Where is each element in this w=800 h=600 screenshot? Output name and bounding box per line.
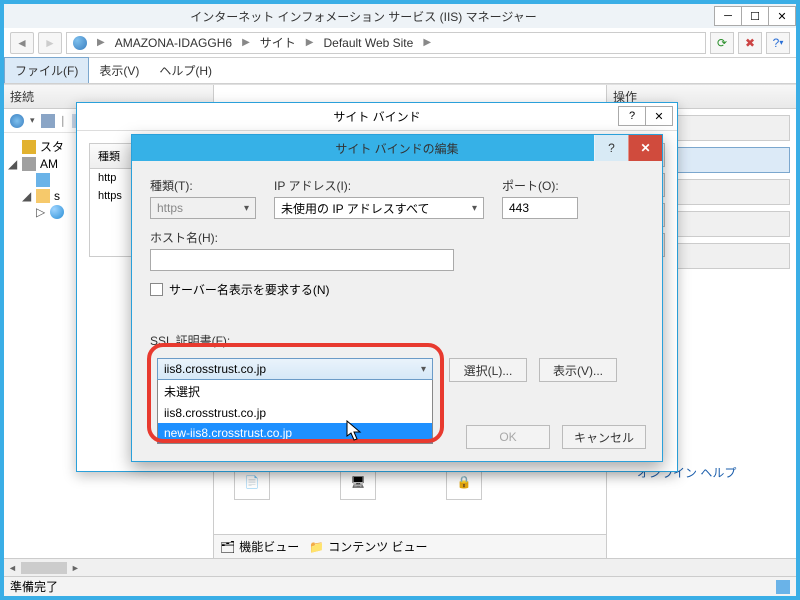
status-text: 準備完了 [10,578,58,595]
connect-icon[interactable] [10,114,24,128]
stop-button[interactable]: ✖ [738,32,762,54]
ip-select[interactable]: 未使用の IP アドレスすべて▾ [274,197,484,219]
menubar: ファイル(F) 表示(V) ヘルプ(H) [4,58,796,84]
site-icon [50,205,64,219]
breadcrumb[interactable]: ▶ AMAZONA-IDAGGH6 ▶ サイト ▶ Default Web Si… [66,32,706,54]
crumb-server[interactable]: AMAZONA-IDAGGH6 [115,36,232,50]
features-view-tab[interactable]: 🗂機能ビュー [220,538,299,555]
tree-server[interactable]: AM [40,157,58,171]
port-label: ポート(O): [502,177,578,194]
server-icon [22,157,36,171]
menu-view[interactable]: 表示(V) [89,58,149,83]
app-pools-icon [36,173,50,187]
tree-start[interactable]: スタ [40,138,64,155]
ip-label: IP アドレス(I): [274,177,484,194]
dlg2-title: サイト バインドの編集 [335,140,458,157]
feature-item[interactable]: 🔒 [436,464,492,524]
dlg1-help-button[interactable]: ? [618,106,646,126]
crumb-sites[interactable]: サイト [260,34,296,51]
menu-help[interactable]: ヘルプ(H) [149,58,222,83]
cancel-button[interactable]: キャンセル [562,425,646,449]
app-title: インターネット インフォメーション サービス (IIS) マネージャー [12,8,715,25]
type-label: 種類(T): [150,177,256,194]
doc-check-icon: 📄 [245,475,260,489]
status-icon [776,580,790,594]
dlg1-close-button[interactable]: ✕ [645,106,673,126]
sites-folder-icon [36,189,50,203]
save-icon[interactable] [41,114,55,128]
feature-icons: 📄 🖥 🔒 [224,464,492,524]
ssl-option-selected[interactable]: new-iis8.crosstrust.co.jp [158,423,432,443]
cert-select-button[interactable]: 選択(L)... [449,358,527,382]
ssl-cert-select[interactable]: iis8.crosstrust.co.jp▾ [157,358,433,380]
h-scrollbar[interactable]: ◄ ► [4,558,796,576]
titlebar: インターネット インフォメーション サービス (IIS) マネージャー ─ ☐ … [4,4,796,28]
dlg2-help-button[interactable]: ? [594,135,628,161]
ssl-option[interactable]: iis8.crosstrust.co.jp [158,403,432,423]
port-input[interactable]: 443 [502,197,578,219]
forward-button[interactable]: ► [38,32,62,54]
menu-file[interactable]: ファイル(F) [4,57,89,83]
start-page-icon [22,140,36,154]
globe-icon [73,36,87,50]
close-button[interactable]: ✕ [768,6,796,26]
toolbar-help-button[interactable]: ?▾ [766,32,790,54]
feature-item[interactable]: 🖥 [330,464,386,524]
checkbox-icon [150,283,163,296]
server-cert-icon: 🖥 [350,475,365,489]
back-button[interactable]: ◄ [10,32,34,54]
host-input[interactable] [150,249,454,271]
feature-item[interactable]: 📄 [224,464,280,524]
ok-button[interactable]: OK [466,425,550,449]
dlg1-title: サイト バインド [333,108,420,125]
maximize-button[interactable]: ☐ [741,6,769,26]
table-row[interactable]: http [90,169,125,187]
crumb-site[interactable]: Default Web Site [323,36,413,50]
ssl-option[interactable]: 未選択 [158,380,432,403]
ssl-cert-dropdown[interactable]: 未選択 iis8.crosstrust.co.jp new-iis8.cross… [157,380,433,444]
content-view-tab[interactable]: 📁コンテンツ ビュー [309,538,427,555]
dlg2-close-button[interactable]: ✕ [628,135,662,161]
ssl-cert-label: SSL 証明書(F): [150,334,230,348]
type-select: https▾ [150,197,256,219]
address-toolbar: ◄ ► ▶ AMAZONA-IDAGGH6 ▶ サイト ▶ Default We… [4,28,796,58]
host-label: ホスト名(H): [150,229,454,246]
cert-view-button[interactable]: 表示(V)... [539,358,617,382]
minimize-button[interactable]: ─ [714,6,742,26]
table-row[interactable]: https [90,187,131,205]
lock-icon: 🔒 [457,475,472,489]
refresh-button[interactable]: ⟳ [710,32,734,54]
tree-sites[interactable]: s [54,189,60,203]
sni-checkbox[interactable]: サーバー名表示を要求する(N) [150,281,644,298]
sni-label: サーバー名表示を要求する(N) [169,281,330,298]
